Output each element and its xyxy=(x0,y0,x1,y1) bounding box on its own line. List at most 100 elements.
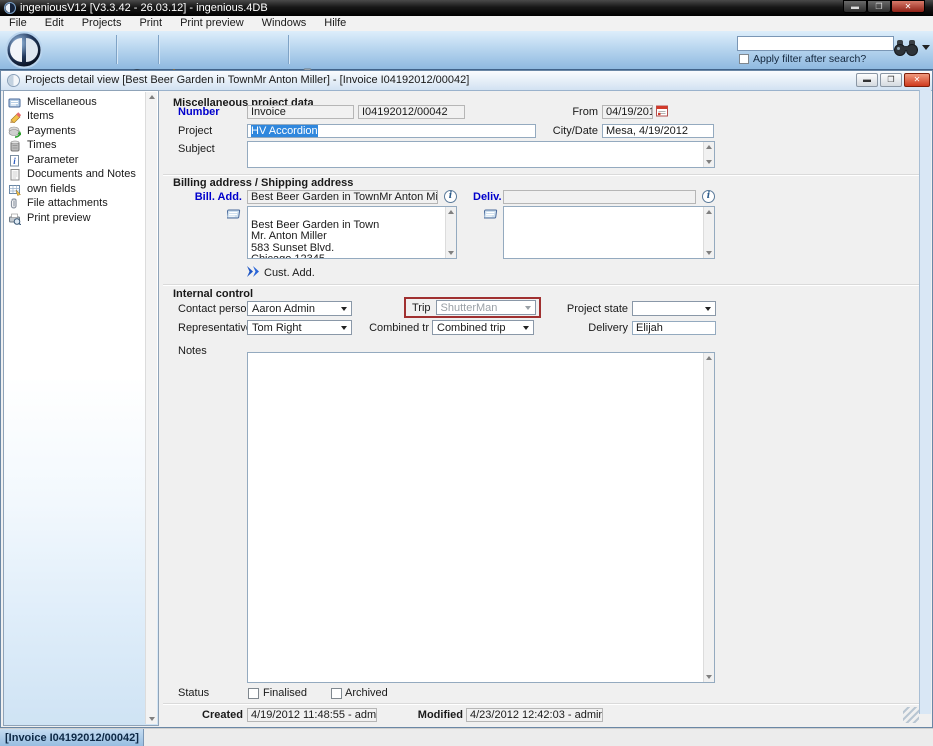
fields-grid-icon xyxy=(8,183,21,196)
project-label: Project xyxy=(178,125,212,138)
doc-vertical-scrollbar[interactable] xyxy=(919,90,931,714)
delivery-field[interactable]: Elijah xyxy=(632,321,716,335)
sidebar-item-parameter[interactable]: i Parameter xyxy=(8,153,136,167)
doc-close-button[interactable]: ✕ xyxy=(904,73,930,87)
notes-textarea[interactable] xyxy=(247,352,715,683)
archived-checkbox[interactable] xyxy=(331,688,342,699)
search-options-caret-icon[interactable] xyxy=(922,45,930,50)
subject-field[interactable] xyxy=(247,141,715,168)
search-binoculars-icon[interactable] xyxy=(893,38,919,58)
menu-projects[interactable]: Projects xyxy=(73,16,131,31)
toolbar-separator xyxy=(288,35,289,64)
resize-grip[interactable] xyxy=(903,707,919,723)
statusbar: [Invoice I04192012/00042] xyxy=(0,728,933,746)
scroll-down-icon[interactable] xyxy=(448,251,454,255)
project-field[interactable]: HV Accordion xyxy=(247,124,536,138)
notes-scrollbar[interactable] xyxy=(703,353,714,682)
menu-print[interactable]: Print xyxy=(130,16,171,31)
doc-maximize-button[interactable]: ❐ xyxy=(880,73,902,87)
bill-add-field[interactable]: Best Beer Garden in TownMr Anton Miller xyxy=(247,190,438,204)
doc-number-field[interactable]: I04192012/00042 xyxy=(358,105,465,119)
document-icon xyxy=(8,168,21,181)
menu-file[interactable]: File xyxy=(0,16,36,31)
contact-person-dropdown[interactable]: Aaron Admin xyxy=(247,301,352,316)
doc-titlebar: Projects detail view [Best Beer Garden i… xyxy=(1,71,932,91)
scroll-up-icon[interactable] xyxy=(706,210,712,214)
scroll-up-icon[interactable] xyxy=(706,145,712,149)
ingenious-logo-icon[interactable] xyxy=(5,31,43,69)
sidebar-scrollbar[interactable] xyxy=(145,92,157,724)
bill-address-book-icon[interactable] xyxy=(227,208,242,220)
doc-window-title: Projects detail view [Best Beer Garden i… xyxy=(25,71,469,90)
city-date-field[interactable]: Mesa, 4/19/2012 xyxy=(602,124,714,138)
trip-dropdown[interactable]: ShutterMan xyxy=(436,300,536,315)
sidebar-item-label: Parameter xyxy=(27,154,78,166)
deliv-info-icon[interactable]: i xyxy=(702,190,715,203)
section-header-internal: Internal control xyxy=(173,288,253,300)
sidebar-item-file-attachments[interactable]: File attachments xyxy=(8,196,136,210)
sidebar-item-print-preview[interactable]: Print preview xyxy=(8,211,136,225)
created-field: 4/19/2012 11:48:55 - admin xyxy=(247,708,377,722)
doc-type-field[interactable]: Invoice xyxy=(247,105,354,119)
section-divider xyxy=(163,174,919,176)
ship-address-textarea[interactable] xyxy=(503,206,715,259)
bill-address-textarea[interactable]: Best Beer Garden in Town Mr. Anton Mille… xyxy=(247,206,457,259)
print-preview-icon xyxy=(8,212,21,225)
dropdown-caret-icon xyxy=(705,307,711,311)
sidebar-item-own-fields[interactable]: own fields xyxy=(8,182,136,196)
bill-address-scrollbar[interactable] xyxy=(445,207,456,258)
subject-scrollbar[interactable] xyxy=(703,142,714,167)
finalised-checkbox[interactable] xyxy=(248,688,259,699)
city-date-label: City/Date xyxy=(521,125,598,138)
cust-add-chevrons-icon[interactable] xyxy=(246,265,261,278)
menu-hilfe[interactable]: Hilfe xyxy=(315,16,355,31)
search-input[interactable] xyxy=(737,36,894,51)
payments-icon xyxy=(8,125,21,138)
finalised-label: Finalised xyxy=(263,687,307,700)
sidebar-item-documents-notes[interactable]: Documents and Notes xyxy=(8,167,136,181)
menu-edit[interactable]: Edit xyxy=(36,16,73,31)
toolbar-separator xyxy=(158,35,159,64)
sidebar-item-miscellaneous[interactable]: Miscellaneous xyxy=(8,95,136,109)
ship-address-book-icon[interactable] xyxy=(484,208,499,220)
trip-highlight-box: Trip ShutterMan xyxy=(404,297,541,318)
close-button[interactable]: ✕ xyxy=(891,0,925,13)
sidebar-item-times[interactable]: Times xyxy=(8,138,136,152)
sidebar: Miscellaneous Items Payments Times i Par… xyxy=(3,90,159,726)
scroll-down-icon[interactable] xyxy=(706,675,712,679)
scroll-down-icon[interactable] xyxy=(706,160,712,164)
contact-person-label: Contact person xyxy=(178,303,253,316)
menu-windows[interactable]: Windows xyxy=(253,16,316,31)
combined-trip-dropdown[interactable]: Combined trip xyxy=(432,320,534,335)
representative-dropdown[interactable]: Tom Right xyxy=(247,320,352,335)
toolbar-separator xyxy=(116,35,117,64)
trip-label: Trip xyxy=(412,302,431,314)
scroll-up-icon[interactable] xyxy=(706,356,712,360)
scroll-down-icon[interactable] xyxy=(149,717,155,721)
ship-address-scrollbar[interactable] xyxy=(703,207,714,258)
bill-info-icon[interactable]: i xyxy=(444,190,457,203)
sidebar-item-payments[interactable]: Payments xyxy=(8,124,136,138)
calendar-picker-icon[interactable] xyxy=(656,105,668,117)
scroll-up-icon[interactable] xyxy=(149,95,155,99)
sidebar-item-label: Print preview xyxy=(27,212,91,224)
modified-field: 4/23/2012 12:42:03 - admin xyxy=(466,708,603,722)
dropdown-caret-icon xyxy=(341,326,347,330)
menu-print-preview[interactable]: Print preview xyxy=(171,16,253,31)
from-date-field[interactable]: 04/19/2012 xyxy=(602,105,653,119)
scroll-up-icon[interactable] xyxy=(448,210,454,214)
sidebar-item-label: File attachments xyxy=(27,197,108,209)
minimize-button[interactable]: ▬ xyxy=(843,0,867,13)
scroll-down-icon[interactable] xyxy=(706,251,712,255)
deliv-field[interactable] xyxy=(503,190,696,204)
project-state-dropdown[interactable] xyxy=(632,301,716,316)
representative-label: Representative xyxy=(178,322,252,335)
doc-minimize-button[interactable]: ▬ xyxy=(856,73,878,87)
sidebar-item-items[interactable]: Items xyxy=(8,109,136,123)
sidebar-item-label: Items xyxy=(27,110,54,122)
apply-filter-checkbox[interactable] xyxy=(739,54,749,64)
maximize-button[interactable]: ❐ xyxy=(867,0,891,13)
cust-add-label[interactable]: Cust. Add. xyxy=(264,267,315,280)
app-icon xyxy=(4,2,16,14)
titlebar: ingeniousV12 [V3.3.42 - 26.03.12] - inge… xyxy=(0,0,933,16)
